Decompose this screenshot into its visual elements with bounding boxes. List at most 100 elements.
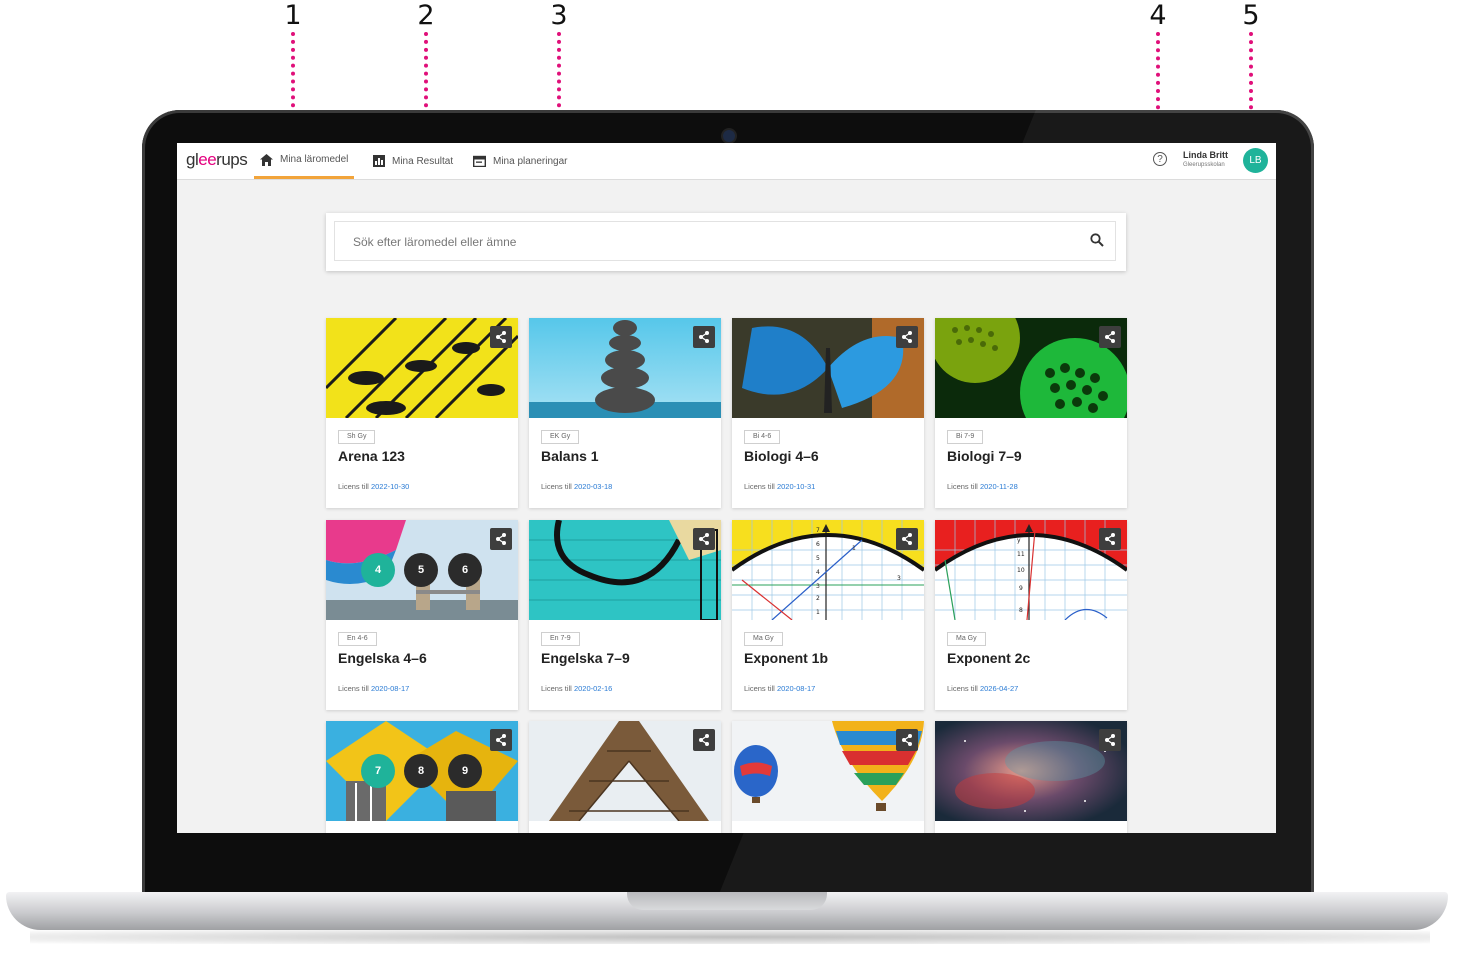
share-button[interactable] bbox=[896, 326, 918, 348]
book-card-row3-3[interactable] bbox=[732, 721, 924, 833]
license-info: Licens till 2022-10-30 bbox=[338, 482, 409, 491]
share-button[interactable] bbox=[1099, 326, 1121, 348]
nav-mina-planeringar[interactable]: Mina planeringar bbox=[473, 143, 568, 179]
license-info: Licens till 2020-10-31 bbox=[744, 482, 815, 491]
share-button[interactable] bbox=[693, 528, 715, 550]
subject-tag: En 4-6 bbox=[338, 632, 377, 646]
license-info: Licens till 2020-03-18 bbox=[541, 482, 612, 491]
level-badge[interactable]: 4 bbox=[361, 553, 395, 587]
license-prefix: Licens till bbox=[338, 482, 369, 491]
share-button[interactable] bbox=[693, 326, 715, 348]
share-button[interactable] bbox=[1099, 729, 1121, 751]
share-button[interactable] bbox=[490, 528, 512, 550]
share-icon bbox=[902, 734, 912, 746]
graph-label: 1 bbox=[816, 609, 820, 616]
subject-tag: En 7-9 bbox=[541, 632, 580, 646]
graph-label: 3 bbox=[816, 583, 820, 590]
share-icon bbox=[1105, 734, 1115, 746]
license-prefix: Licens till bbox=[541, 684, 572, 693]
book-cover-image bbox=[732, 318, 924, 418]
level-badge[interactable]: 9 bbox=[448, 754, 482, 788]
level-badge[interactable]: 8 bbox=[404, 754, 438, 788]
license-prefix: Licens till bbox=[744, 684, 775, 693]
user-name: Linda Britt bbox=[1183, 150, 1228, 160]
search-box bbox=[334, 221, 1116, 262]
book-cover-image: 7 6 5 4 3 2 1 1 3 bbox=[732, 520, 924, 620]
share-button[interactable] bbox=[490, 729, 512, 751]
license-date: 2020-08-17 bbox=[776, 684, 816, 693]
share-icon bbox=[496, 533, 506, 545]
book-card-exponent-1b[interactable]: 7 6 5 4 3 2 1 1 3 Ma Gy Exponent 1b Lice… bbox=[732, 520, 924, 710]
graph-label: 10 bbox=[1017, 567, 1025, 574]
top-navigation-bar: gleerups Mina läromedel Mina Resultat Mi… bbox=[177, 143, 1276, 180]
book-card-row3-4[interactable] bbox=[935, 721, 1127, 833]
book-cover-image: 4 5 6 bbox=[326, 520, 518, 620]
nav-label: Mina läromedel bbox=[280, 154, 349, 165]
book-cover-image: y 11 10 9 8 bbox=[935, 520, 1127, 620]
book-card-arena-123[interactable]: Sh Gy Arena 123 Licens till 2022-10-30 bbox=[326, 318, 518, 508]
book-cover-image bbox=[529, 318, 721, 418]
help-icon[interactable]: ? bbox=[1153, 152, 1167, 166]
share-icon bbox=[1105, 533, 1115, 545]
book-cover-image bbox=[935, 318, 1127, 418]
graph-label: 4 bbox=[816, 569, 820, 576]
license-info: Licens till 2020-11-28 bbox=[947, 482, 1018, 491]
graph-label: 8 bbox=[1019, 607, 1023, 614]
license-date: 2020-10-31 bbox=[776, 482, 816, 491]
license-info: Licens till 2026-04-27 bbox=[947, 684, 1018, 693]
graph-label: 9 bbox=[1019, 585, 1023, 592]
book-card-engelska-7-9[interactable]: En 7-9 Engelska 7–9 Licens till 2020-02-… bbox=[529, 520, 721, 710]
home-icon bbox=[260, 153, 273, 166]
license-info: Licens till 2020-08-17 bbox=[744, 684, 815, 693]
license-date: 2020-08-17 bbox=[370, 684, 410, 693]
share-icon bbox=[902, 331, 912, 343]
book-title: Engelska 7–9 bbox=[541, 650, 630, 666]
share-button[interactable] bbox=[896, 528, 918, 550]
book-card-engelska-4-6[interactable]: 4 5 6 En 4-6 Engelska 4–6 Licens till 20… bbox=[326, 520, 518, 710]
license-date: 2020-02-16 bbox=[573, 684, 613, 693]
share-button[interactable] bbox=[693, 729, 715, 751]
level-badge[interactable]: 5 bbox=[404, 553, 438, 587]
book-title: Balans 1 bbox=[541, 448, 599, 464]
user-avatar[interactable]: LB bbox=[1243, 148, 1268, 173]
gleerups-logo[interactable]: gleerups bbox=[186, 150, 248, 170]
book-title: Exponent 2c bbox=[947, 650, 1031, 666]
share-button[interactable] bbox=[896, 729, 918, 751]
subject-tag: Bi 7-9 bbox=[947, 430, 984, 444]
license-prefix: Licens till bbox=[541, 482, 572, 491]
book-cover-image bbox=[529, 520, 721, 620]
share-button[interactable] bbox=[490, 326, 512, 348]
book-card-balans-1[interactable]: EK Gy Balans 1 Licens till 2020-03-18 bbox=[529, 318, 721, 508]
level-badge[interactable]: 6 bbox=[448, 553, 482, 587]
nav-mina-laromedel[interactable]: Mina läromedel bbox=[254, 143, 355, 179]
graph-label: 3 bbox=[897, 575, 901, 582]
subject-tag: EK Gy bbox=[541, 430, 580, 444]
license-date: 2020-11-28 bbox=[979, 482, 1018, 491]
subject-tag: Ma Gy bbox=[744, 632, 783, 646]
graph-label: 11 bbox=[1017, 551, 1025, 558]
license-prefix: Licens till bbox=[744, 482, 775, 491]
book-card-row3-1[interactable]: 7 8 9 bbox=[326, 721, 518, 833]
search-input[interactable] bbox=[351, 222, 1055, 262]
webcam bbox=[723, 130, 735, 142]
book-card-row3-2[interactable] bbox=[529, 721, 721, 833]
share-icon bbox=[699, 533, 709, 545]
share-button[interactable] bbox=[1099, 528, 1121, 550]
graph-label: 2 bbox=[816, 595, 820, 602]
level-badge[interactable]: 7 bbox=[361, 754, 395, 788]
book-cover-image bbox=[732, 721, 924, 821]
book-title: Biologi 4–6 bbox=[744, 448, 819, 464]
book-title: Engelska 4–6 bbox=[338, 650, 427, 666]
share-icon bbox=[699, 734, 709, 746]
book-card-exponent-2c[interactable]: y 11 10 9 8 Ma Gy Exponent 2c Licens til… bbox=[935, 520, 1127, 710]
license-prefix: Licens till bbox=[338, 684, 369, 693]
graph-label: 1 bbox=[852, 545, 856, 552]
nav-mina-resultat[interactable]: Mina Resultat bbox=[373, 143, 453, 179]
laptop-notch bbox=[627, 892, 827, 910]
book-cover-image bbox=[529, 721, 721, 821]
search-icon[interactable] bbox=[1090, 233, 1104, 247]
book-card-biologi-7-9[interactable]: Bi 7-9 Biologi 7–9 Licens till 2020-11-2… bbox=[935, 318, 1127, 508]
license-date: 2026-04-27 bbox=[979, 684, 1019, 693]
book-title: Arena 123 bbox=[338, 448, 405, 464]
book-card-biologi-4-6[interactable]: Bi 4-6 Biologi 4–6 Licens till 2020-10-3… bbox=[732, 318, 924, 508]
